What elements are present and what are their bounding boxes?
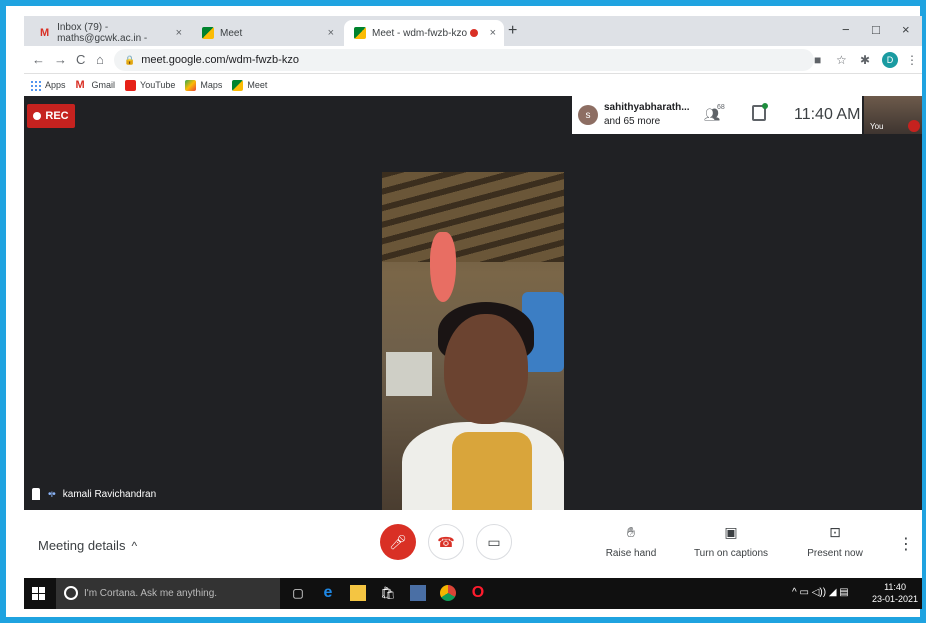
self-label: You — [870, 122, 884, 131]
chat-unread-dot — [762, 103, 768, 109]
raise-hand-button[interactable]: ✋︎ Raise hand — [586, 524, 676, 559]
opera-icon[interactable]: O — [470, 584, 486, 601]
more-options-icon[interactable]: ⋮ — [898, 534, 914, 554]
apps-grid-icon — [30, 79, 41, 91]
tab-close-icon[interactable]: × — [176, 27, 182, 39]
bookmark-youtube[interactable]: YouTube — [125, 79, 175, 91]
present-now-button[interactable]: ⊡ Present now — [790, 524, 880, 559]
host-name: sahithyabharath... — [604, 102, 690, 113]
task-view-icon[interactable]: ▢ — [290, 585, 306, 601]
tab-title: Meet — [220, 27, 243, 39]
maps-icon — [185, 79, 197, 91]
file-explorer-icon[interactable] — [350, 585, 366, 601]
camera-toggle-button[interactable]: ▭ — [476, 524, 512, 560]
tab-title: Inbox (79) - maths@gcwk.ac.in - — [57, 22, 148, 44]
address-bar-row: ← → C ⌂ 🔒 meet.google.com/wdm-fwzb-kzo ■… — [24, 46, 922, 74]
video-background — [382, 172, 564, 262]
bookmark-gmail[interactable]: M Gmail — [76, 79, 116, 91]
record-dot-icon — [33, 112, 42, 120]
browser-tab-strip: M Inbox (79) - maths@gcwk.ac.in - × Meet… — [24, 16, 922, 46]
video-background — [386, 352, 432, 396]
video-person — [452, 432, 532, 510]
captions-icon: ▣ — [724, 524, 738, 540]
present-icon: ⊡ — [829, 524, 841, 540]
hang-up-icon: ☎︎ — [437, 533, 455, 550]
camera-icon: ▭ — [487, 533, 501, 550]
gmail-icon: M — [40, 27, 50, 39]
meeting-clock: 11:40 AM — [794, 106, 861, 123]
windows-start-icon[interactable] — [32, 587, 45, 600]
meet-icon — [202, 27, 214, 39]
maximize-button[interactable]: □ — [872, 22, 880, 37]
extensions-icon[interactable]: ✱ — [860, 53, 870, 67]
home-button[interactable]: ⌂ — [96, 52, 104, 67]
cortana-icon — [64, 586, 78, 600]
url-input[interactable]: 🔒 meet.google.com/wdm-fwzb-kzo — [114, 49, 814, 71]
tab-meet[interactable]: Meet × — [192, 20, 342, 46]
pin-icon[interactable] — [32, 488, 40, 500]
bookmark-meet[interactable]: Meet — [232, 79, 267, 91]
camera-permission-icon[interactable]: ■ — [814, 53, 821, 67]
self-video-tile[interactable]: You — [864, 96, 922, 134]
browser-menu-icon[interactable]: ⋮ — [906, 53, 918, 67]
meeting-details-button[interactable]: Meeting details ^ — [38, 538, 137, 553]
back-button[interactable]: ← — [32, 52, 45, 67]
forward-button[interactable]: → — [54, 52, 67, 67]
bookmarks-bar: Apps M Gmail YouTube Maps Meet — [24, 74, 922, 96]
system-tray-icons[interactable]: ^ ▭ ◁)) ◢ ▤ — [792, 587, 849, 598]
profile-avatar[interactable]: D — [882, 52, 898, 68]
host-more-count: and 65 more — [604, 116, 661, 127]
lock-icon: 🔒 — [124, 54, 136, 65]
captions-button[interactable]: ▣ Turn on captions — [686, 524, 776, 559]
youtube-icon — [125, 79, 137, 91]
close-window-button[interactable]: × — [902, 22, 910, 37]
reload-button[interactable]: C — [76, 52, 85, 67]
tab-gmail-inbox[interactable]: M Inbox (79) - maths@gcwk.ac.in - × — [30, 20, 190, 46]
tab-close-icon[interactable]: × — [490, 27, 496, 39]
speaker-video — [382, 172, 564, 510]
edge-icon[interactable]: e — [320, 584, 336, 601]
hand-icon: ✋︎ — [627, 524, 635, 540]
video-background — [430, 232, 456, 302]
recording-badge: REC — [27, 104, 75, 128]
url-text: meet.google.com/wdm-fwzb-kzo — [141, 54, 299, 66]
screen: M Inbox (79) - maths@gcwk.ac.in - × Meet… — [24, 16, 922, 609]
mic-toggle-button[interactable]: 🎤︎ — [380, 524, 416, 560]
mic-off-icon: 🎤︎ — [389, 533, 407, 550]
video-person — [444, 314, 528, 424]
meet-icon — [232, 79, 244, 91]
store-icon[interactable]: 🛍︎ — [380, 585, 396, 601]
meeting-info-panel: s sahithyabharath... and 65 more 👥︎ 68 1… — [572, 96, 862, 134]
tab-meet-active[interactable]: Meet - wdm-fwzb-kzo × — [344, 20, 504, 46]
speaker-label: •ı• kamali Ravichandran — [32, 488, 156, 500]
bookmark-star-icon[interactable]: ☆ — [836, 53, 847, 67]
leave-call-button[interactable]: ☎︎ — [428, 524, 464, 560]
bookmark-apps[interactable]: Apps — [30, 79, 66, 91]
cortana-search-input[interactable]: I'm Cortana. Ask me anything. — [56, 578, 280, 609]
gmail-icon: M — [75, 79, 85, 91]
tab-title: Meet - wdm-fwzb-kzo — [372, 27, 468, 39]
windows-taskbar: I'm Cortana. Ask me anything. ▢ e 🛍︎ O ^… — [24, 578, 922, 609]
meet-stage: REC s sahithyabharath... and 65 more 👥︎ … — [24, 96, 922, 510]
app-icon[interactable] — [410, 585, 426, 601]
tab-close-icon[interactable]: × — [328, 27, 334, 39]
new-tab-button[interactable]: + — [508, 22, 517, 40]
speaker-name: kamali Ravichandran — [62, 488, 157, 500]
participant-count: 68 — [717, 104, 725, 111]
host-avatar: s — [578, 105, 598, 125]
bookmark-maps[interactable]: Maps — [185, 79, 222, 91]
taskbar-clock[interactable]: 11:40 23-01-2021 — [872, 581, 918, 605]
audio-level-icon: •ı• — [48, 488, 56, 500]
chrome-icon[interactable] — [440, 585, 456, 601]
muted-mic-icon — [908, 120, 920, 132]
recording-indicator-icon — [470, 29, 478, 37]
meeting-controls-bar: Meeting details ^ 🎤︎ ☎︎ ▭ ✋︎ Raise hand ▣… — [24, 510, 922, 578]
minimize-button[interactable]: − — [842, 22, 850, 37]
chevron-up-icon: ^ — [131, 539, 138, 553]
meet-icon — [354, 27, 366, 39]
